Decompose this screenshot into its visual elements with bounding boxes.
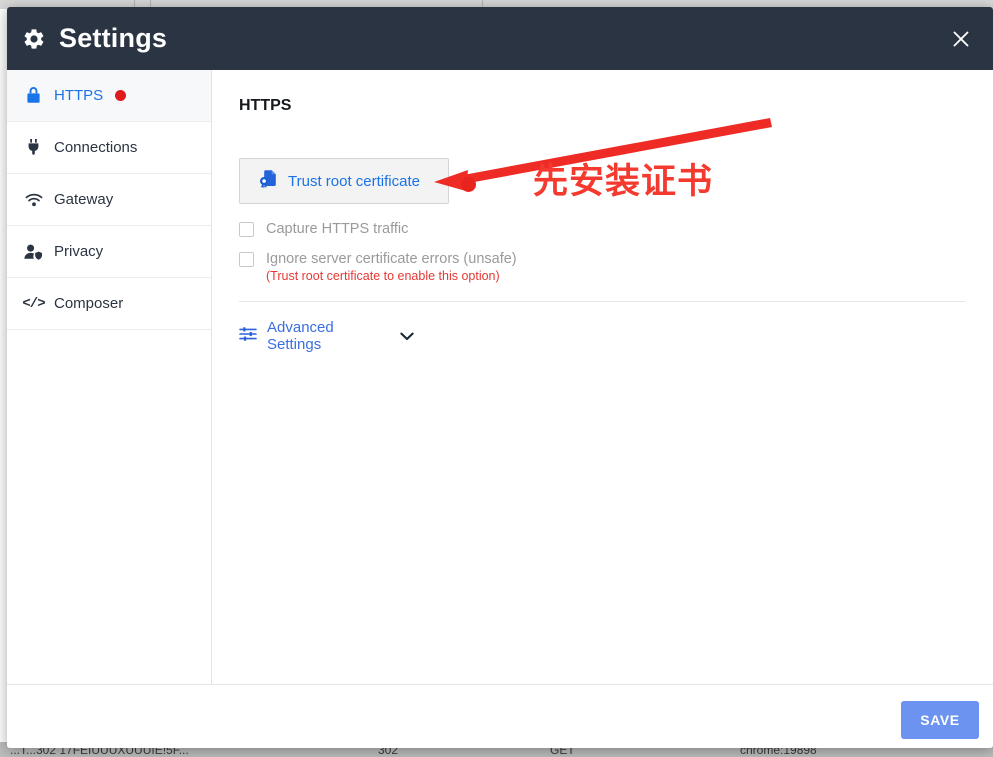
panel-divider — [239, 301, 965, 302]
sidebar-item-connections[interactable]: Connections — [7, 122, 211, 174]
close-icon[interactable] — [947, 25, 975, 53]
sidebar-item-https[interactable]: HTTPS — [7, 70, 211, 122]
gear-icon — [24, 28, 44, 49]
code-icon: </> — [22, 295, 45, 312]
person-shield-icon — [24, 242, 43, 261]
ignore-cert-errors-label: Ignore server certificate errors (unsafe… — [266, 251, 517, 267]
chevron-down-icon[interactable] — [400, 332, 414, 341]
sidebar: HTTPS Connections Gateway Privacy </> Co… — [7, 70, 212, 684]
dialog-body: HTTPS Connections Gateway Privacy </> Co… — [7, 70, 993, 684]
ignore-cert-errors-row[interactable]: Ignore server certificate errors (unsafe… — [239, 251, 993, 267]
sliders-icon — [239, 326, 257, 347]
certificate-icon — [258, 169, 278, 194]
capture-https-traffic-checkbox[interactable] — [239, 221, 254, 237]
advanced-settings-label: Advanced Settings — [267, 319, 334, 353]
sidebar-item-privacy[interactable]: Privacy — [7, 226, 211, 278]
dialog-header: Settings — [7, 7, 993, 70]
trust-root-certificate-label: Trust root certificate — [288, 172, 420, 190]
settings-dialog: Settings HTTPS Connections Gateway Priva… — [7, 7, 993, 748]
save-button[interactable]: SAVE — [901, 701, 979, 739]
sidebar-item-label: Composer — [54, 295, 124, 312]
https-settings-panel: HTTPS Trust root certificate Capture HTT… — [212, 70, 993, 684]
sidebar-item-gateway[interactable]: Gateway — [7, 174, 211, 226]
capture-https-traffic-row[interactable]: Capture HTTPS traffic — [239, 221, 993, 237]
plug-icon — [24, 138, 43, 157]
trust-root-certificate-button[interactable]: Trust root certificate — [239, 158, 449, 204]
sidebar-item-composer[interactable]: </> Composer — [7, 278, 211, 330]
ignore-cert-errors-hint: (Trust root certificate to enable this o… — [266, 269, 500, 283]
sidebar-item-label: Gateway — [54, 191, 114, 208]
advanced-settings-toggle[interactable]: Advanced Settings — [239, 319, 414, 353]
page-title: Settings — [59, 23, 168, 53]
https-alert-badge — [115, 90, 127, 101]
dialog-footer: SAVE — [7, 684, 993, 748]
sidebar-item-label: Connections — [54, 139, 138, 156]
sidebar-item-label: HTTPS — [54, 87, 104, 104]
wifi-icon — [24, 190, 43, 209]
ignore-cert-errors-checkbox[interactable] — [239, 251, 254, 267]
sidebar-item-label: Privacy — [54, 243, 104, 260]
capture-https-traffic-label: Capture HTTPS traffic — [266, 221, 409, 237]
lock-icon — [24, 86, 43, 105]
panel-title: HTTPS — [239, 97, 292, 114]
